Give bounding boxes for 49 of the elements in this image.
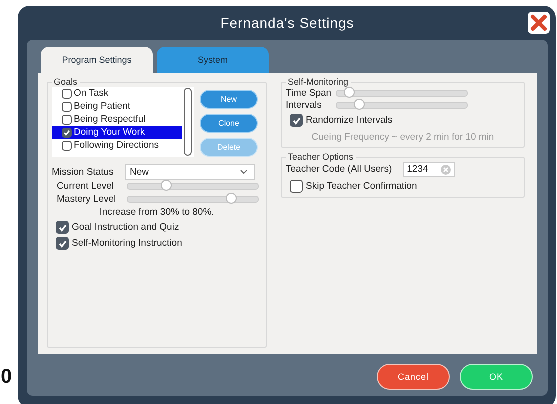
frequency-note: Cueing Frequency ~ every 2 min for 10 min <box>310 132 496 143</box>
slider-label: Intervals <box>286 100 323 110</box>
checkbox[interactable] <box>62 114 72 124</box>
checkbox[interactable] <box>290 114 303 127</box>
checkbox-label: Skip Teacher Confirmation <box>306 181 418 192</box>
checkbox[interactable] <box>56 221 69 234</box>
cancel-button[interactable]: Cancel <box>377 364 450 390</box>
checkbox[interactable] <box>56 237 69 250</box>
slider-label: Mastery Level <box>56 194 118 205</box>
checkbox-label: Randomize Intervals <box>306 115 393 126</box>
group-title: Goals <box>53 77 79 87</box>
close-button[interactable] <box>528 12 550 34</box>
goal-item[interactable]: Doing Your Work <box>52 126 182 139</box>
goal-label: Being Patient <box>74 101 131 112</box>
close-icon <box>530 14 548 32</box>
stray-text: 0 <box>1 366 12 389</box>
slider-label: Time Span <box>286 88 333 98</box>
goal-item[interactable]: Being Respectful <box>52 113 182 126</box>
field-label: Mission Status <box>52 166 112 178</box>
goal-label: Being Respectful <box>74 114 146 125</box>
goal-label: On Task <box>74 88 109 99</box>
tab[interactable]: System <box>157 47 269 73</box>
field-label: Teacher Code (All Users) <box>286 164 392 175</box>
window-title: Fernanda's Settings <box>220 15 354 31</box>
goal-label: Doing Your Work <box>74 127 146 138</box>
slider[interactable] <box>336 90 468 96</box>
group-title: Self-Monitoring <box>287 77 350 87</box>
goal-item[interactable]: On Task <box>52 87 182 100</box>
checkbox-label: Goal Instruction and Quiz <box>72 222 180 233</box>
checkbox-label: Self-Monitoring Instruction <box>72 238 182 249</box>
checkbox[interactable] <box>62 88 72 98</box>
slider-label: Current Level <box>56 181 116 192</box>
group-title: Teacher Options <box>287 152 355 162</box>
slider[interactable] <box>127 183 259 190</box>
checkbox[interactable] <box>62 140 72 150</box>
level-note: Increase from 30% to 80%. <box>98 207 216 218</box>
scrollbar[interactable] <box>184 88 192 156</box>
mission-status-dropdown[interactable]: New <box>125 164 255 180</box>
checkbox[interactable] <box>62 128 72 138</box>
goal-label: Following Directions <box>74 140 160 151</box>
checkbox[interactable] <box>290 180 303 193</box>
slider[interactable] <box>127 196 259 203</box>
teacher-code-field[interactable]: 1234 <box>403 162 456 177</box>
chevron-down-icon <box>240 169 248 175</box>
goal-item[interactable]: Being Patient <box>52 100 182 113</box>
slider[interactable] <box>336 102 468 108</box>
tab[interactable]: Program Settings <box>41 47 153 73</box>
goal-item[interactable]: Following Directions <box>52 139 182 152</box>
checkbox[interactable] <box>62 102 72 112</box>
